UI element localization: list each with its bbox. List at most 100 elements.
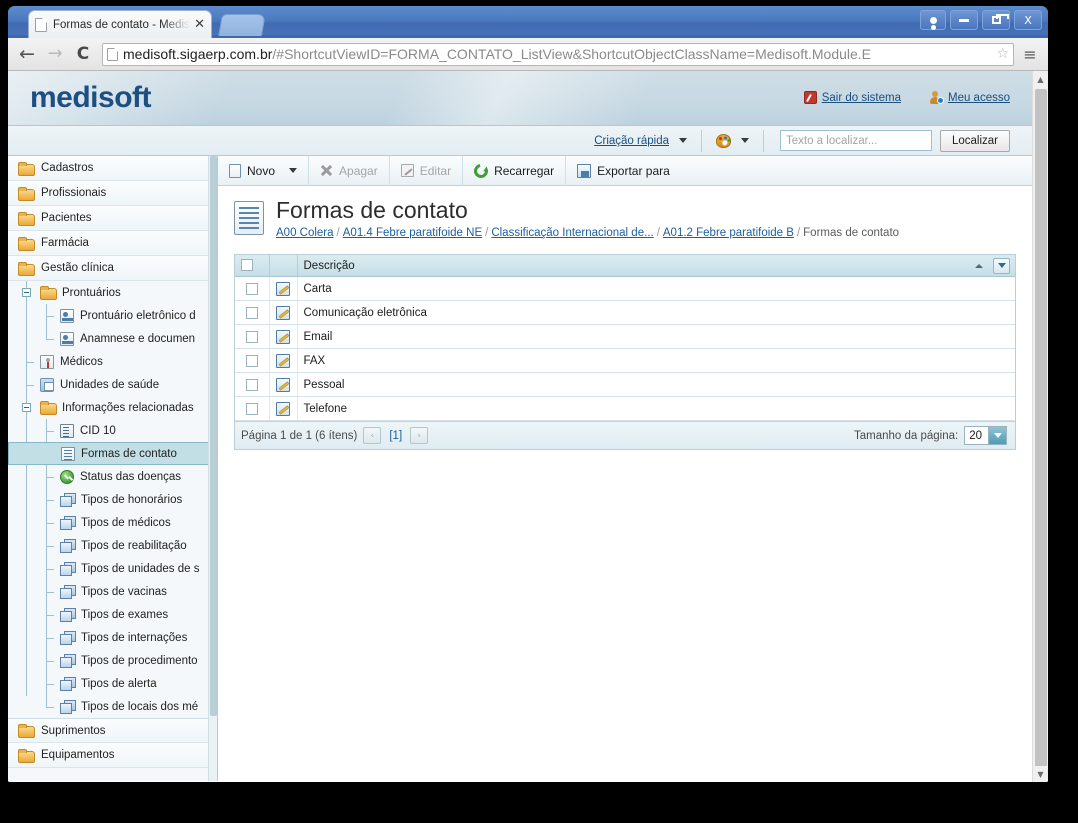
sidebar-item-formas-de-contato[interactable]: Formas de contato — [8, 442, 211, 465]
sidebar-item-label: Tipos de alerta — [81, 678, 157, 690]
maximize-button[interactable] — [982, 10, 1010, 30]
chevron-down-icon[interactable] — [988, 427, 1006, 444]
export-button[interactable]: Exportar para — [566, 156, 681, 186]
descricao-column-header[interactable]: Descrição — [297, 255, 1015, 277]
edit-button[interactable]: Editar — [390, 156, 463, 186]
person-doc-icon — [60, 332, 74, 346]
reload-button[interactable]: Recarregar — [463, 156, 566, 186]
browser-tab[interactable]: Formas de contato - Medisoft ✕ — [28, 10, 212, 38]
collapse-expander-icon[interactable] — [22, 288, 31, 297]
sidebar-item-equipamentos[interactable]: Equipamentos — [8, 743, 217, 768]
user-icon — [929, 91, 943, 104]
edit-pencil-icon[interactable] — [276, 306, 290, 320]
row-edit-cell — [269, 301, 297, 325]
reload-icon[interactable]: C — [72, 46, 94, 63]
delete-button[interactable]: Apagar — [309, 156, 390, 186]
sidebar-item-tipos-alerta[interactable]: Tipos de alerta — [8, 672, 217, 695]
sidebar-item-cid-10[interactable]: CID 10 — [8, 419, 217, 442]
search-button[interactable]: Localizar — [940, 130, 1010, 152]
breadcrumb-link-1[interactable]: A00 Colera — [276, 227, 334, 239]
row-checkbox[interactable] — [246, 331, 258, 343]
sidebar-item-prontuarios[interactable]: Prontuários — [8, 281, 217, 304]
collapse-expander-icon[interactable] — [22, 403, 31, 412]
breadcrumb-link-2[interactable]: A01.4 Febre paratifoide NE — [343, 227, 482, 239]
row-checkbox[interactable] — [246, 283, 258, 295]
user-profile-button[interactable] — [920, 10, 946, 30]
prev-page-button[interactable]: ‹ — [363, 427, 381, 444]
current-page-button[interactable]: [1] — [387, 430, 404, 442]
browser-menu-icon[interactable]: ≡ — [1020, 45, 1040, 64]
page-scrollbar-thumb[interactable] — [1035, 89, 1047, 769]
logout-link[interactable]: Sair do sistema — [804, 91, 901, 104]
row-checkbox[interactable] — [246, 307, 258, 319]
sidebar-item-tipos-unidades-saude[interactable]: Tipos de unidades de s — [8, 557, 217, 580]
next-page-button[interactable]: › — [410, 427, 428, 444]
forward-icon[interactable]: → — [44, 45, 66, 63]
sidebar-item-tipos-medicos[interactable]: Tipos de médicos — [8, 511, 217, 534]
table-row[interactable]: Telefone — [235, 397, 1015, 421]
grid-footer: Página 1 de 1 (6 ítens) ‹ [1] › Tamanho … — [235, 421, 1015, 449]
new-button[interactable]: Novo — [218, 156, 309, 186]
column-chooser-icon[interactable] — [993, 258, 1010, 274]
sidebar-item-tipos-procedimentos[interactable]: Tipos de procedimento — [8, 649, 217, 672]
row-checkbox[interactable] — [246, 403, 258, 415]
breadcrumb-link-4[interactable]: A01.2 Febre paratifoide B — [663, 227, 794, 239]
sidebar-item-cadastros[interactable]: Cadastros — [8, 156, 217, 181]
folder-icon — [18, 212, 34, 225]
close-tab-icon[interactable]: ✕ — [194, 18, 205, 31]
back-icon[interactable]: ← — [16, 45, 38, 64]
sidebar-item-gestao-clinica[interactable]: Gestão clínica — [8, 256, 217, 281]
row-edit-cell — [269, 349, 297, 373]
sidebar-scrollbar[interactable] — [208, 156, 217, 781]
sidebar-item-medicos[interactable]: Médicos — [8, 350, 217, 373]
sidebar-item-farmacia[interactable]: Farmácia — [8, 231, 217, 256]
sidebar-scrollbar-thumb[interactable] — [210, 156, 217, 716]
row-select-cell — [235, 373, 269, 397]
close-window-button[interactable]: X — [1014, 10, 1042, 30]
breadcrumb-link-3[interactable]: Classificação Internacional de... — [491, 227, 653, 239]
bookmark-star-icon[interactable]: ☆ — [996, 46, 1009, 62]
sidebar-item-tipos-internacoes[interactable]: Tipos de internações — [8, 626, 217, 649]
address-bar[interactable]: medisoft.sigaerp.com.br/#ShortcutViewID=… — [102, 43, 1014, 66]
sidebar-item-informacoes-relacionadas[interactable]: Informações relacionadas — [8, 396, 217, 419]
grid-table: Descrição Carta — [235, 255, 1015, 422]
screen-frame: Formas de contato - Medisoft ✕ X ← → C m… — [0, 0, 1078, 823]
table-row[interactable]: FAX — [235, 349, 1015, 373]
edit-pencil-icon[interactable] — [276, 378, 290, 392]
sidebar-item-status-doencas[interactable]: Status das doenças — [8, 465, 217, 488]
sidebar-item-tipos-vacinas[interactable]: Tipos de vacinas — [8, 580, 217, 603]
theme-menu[interactable] — [702, 126, 763, 156]
row-checkbox[interactable] — [246, 379, 258, 391]
new-tab-button[interactable] — [218, 14, 266, 36]
sidebar-item-pacientes[interactable]: Pacientes — [8, 206, 217, 231]
minimize-button[interactable] — [950, 10, 978, 30]
edit-pencil-icon[interactable] — [276, 330, 290, 344]
page-size-select[interactable]: 20 — [964, 426, 1007, 445]
table-row[interactable]: Carta — [235, 277, 1015, 301]
table-row[interactable]: Pessoal — [235, 373, 1015, 397]
edit-pencil-icon[interactable] — [276, 282, 290, 296]
select-all-checkbox[interactable] — [241, 259, 253, 271]
quick-create-menu[interactable]: Criação rápida — [580, 126, 701, 156]
row-descricao: Email — [297, 325, 1015, 349]
page-scrollbar[interactable]: ▲ ▼ — [1032, 71, 1048, 782]
edit-pencil-icon[interactable] — [276, 402, 290, 416]
row-checkbox[interactable] — [246, 355, 258, 367]
scroll-up-icon[interactable]: ▲ — [1033, 71, 1048, 87]
search-input[interactable] — [780, 130, 932, 151]
table-row[interactable]: Email — [235, 325, 1015, 349]
edit-pencil-icon[interactable] — [276, 354, 290, 368]
sidebar-item-profissionais[interactable]: Profissionais — [8, 181, 217, 206]
sidebar-item-prontuario-eletronico[interactable]: Prontuário eletrônico d — [8, 304, 217, 327]
my-access-link[interactable]: Meu acesso — [929, 91, 1010, 104]
sidebar-item-tipos-locais-medicos[interactable]: Tipos de locais dos mé — [8, 695, 217, 718]
table-row[interactable]: Comunicação eletrônica — [235, 301, 1015, 325]
sidebar-item-anamnese[interactable]: Anamnese e documen — [8, 327, 217, 350]
sidebar-item-unidades-saude[interactable]: Unidades de saúde — [8, 373, 217, 396]
scroll-down-icon[interactable]: ▼ — [1033, 766, 1048, 782]
chevron-down-icon[interactable] — [289, 168, 297, 173]
sidebar-item-tipos-exames[interactable]: Tipos de exames — [8, 603, 217, 626]
sidebar-item-tipos-reabilitacao[interactable]: Tipos de reabilitação — [8, 534, 217, 557]
sidebar-item-tipos-honorarios[interactable]: Tipos de honorários — [8, 488, 217, 511]
sidebar-item-suprimentos[interactable]: Suprimentos — [8, 718, 217, 743]
